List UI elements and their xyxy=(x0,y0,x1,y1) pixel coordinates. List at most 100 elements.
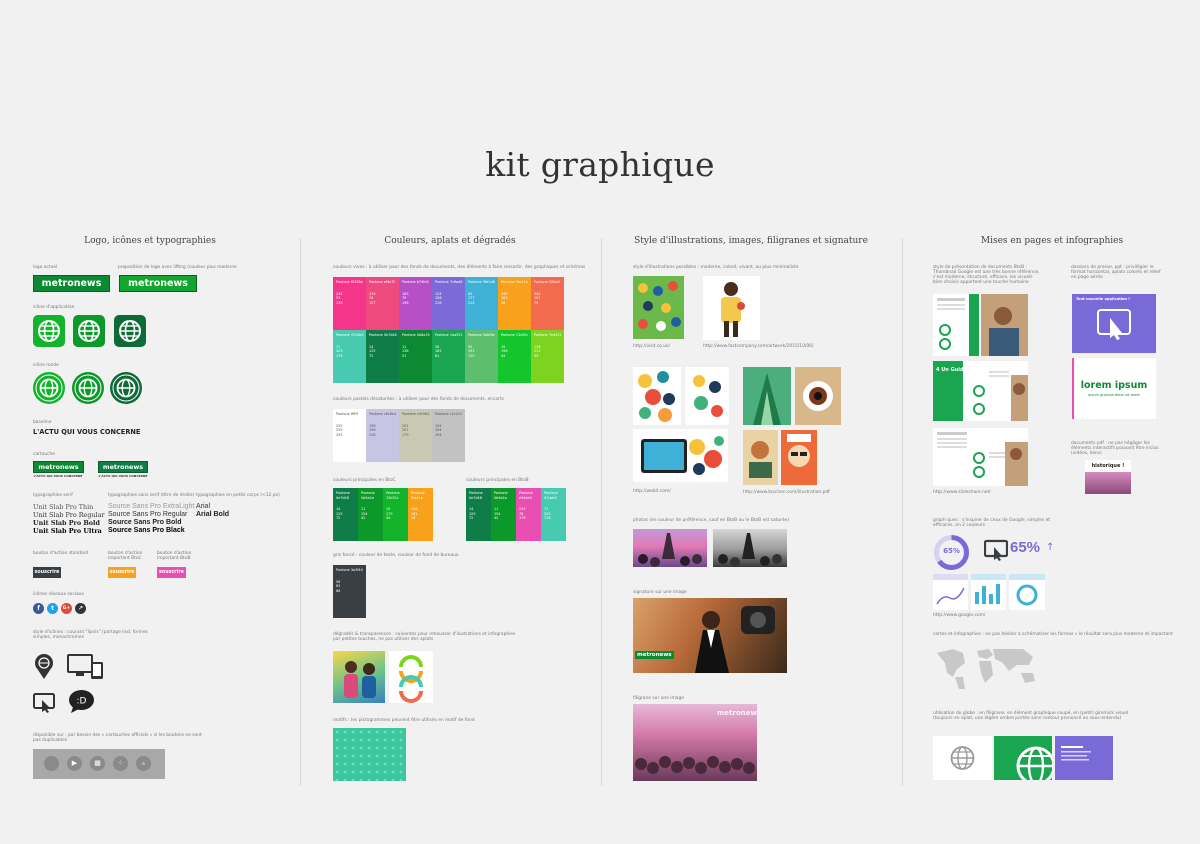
dossier-lorem-preview: lorem ipsum ipsum gravida dolor sit amet xyxy=(1072,358,1156,419)
logo-metronews-proposition: metronews xyxy=(119,275,197,292)
color-swatch: Pantone ffffff 255 255 255 xyxy=(333,409,366,462)
swatch-name: Pantone 13c62c xyxy=(501,333,529,337)
swatch-value: 72 xyxy=(469,516,474,521)
blackberry-icon[interactable]: ⁘ xyxy=(113,756,128,771)
swatch-name: Pantone 0b9a2a xyxy=(361,491,375,500)
play-store-icon[interactable]: ▶ xyxy=(67,756,82,771)
column-heading: Logo, icônes et typographies xyxy=(84,236,216,246)
historique-preview: historique ! xyxy=(1085,460,1131,494)
photos-label: photos (en couleur de préférence, sauf e… xyxy=(633,518,789,523)
color-swatch: Pantone e94eb3 233 78 179 xyxy=(516,488,541,541)
big-percent: 65% xyxy=(1010,539,1041,556)
swatch-name: Pantone b74fc6 xyxy=(402,280,429,284)
typo-petit-label: typographies en petits corps (<12 px) xyxy=(196,493,280,498)
facebook-icon[interactable]: f xyxy=(33,603,44,614)
color-swatch: Pantone 0b9a2a 11 154 42 xyxy=(491,488,516,541)
color-swatch: Pantone 0e7d48 14 125 72 xyxy=(333,488,358,541)
pattern-motif xyxy=(333,728,406,781)
swatch-value: 42 xyxy=(494,516,499,521)
gris-label: gris foncé : couleur de texte, couleur d… xyxy=(333,553,459,558)
google-plus-icon[interactable]: G+ xyxy=(61,603,72,614)
cartouche-label: cartouche xyxy=(33,452,55,457)
souscrire-button[interactable]: souscrire xyxy=(157,567,186,578)
donut-value: 65% xyxy=(943,547,960,555)
swatch-value: 42 xyxy=(361,516,366,521)
illustration-poster xyxy=(743,430,778,485)
credit: http://visit.co.uk/ xyxy=(633,344,671,349)
baseline-text: L'ACTU QUI VOUS CONCERNE xyxy=(33,428,141,436)
color-swatch: Pantone 0b9a2a 11 154 42 xyxy=(358,488,383,541)
cartes-label: cartes et infographies : ne pas hésiter … xyxy=(933,632,1173,637)
swatch-value: 44 xyxy=(386,516,391,521)
globe-round-icon xyxy=(33,372,65,404)
color-swatch: Pantone 7c6ad8 124 106 216 xyxy=(432,277,465,330)
column-heading: Mises en pages et infographies xyxy=(980,236,1124,246)
credit: http://www.fastcompany.com/artwork/2015/… xyxy=(703,344,814,349)
globe-green-card xyxy=(994,736,1052,780)
photo-festival-bw xyxy=(713,529,787,567)
svg-text::D: :D xyxy=(77,697,87,707)
font-sample: Source Sans Pro Black xyxy=(108,527,185,534)
donut-chart: 65% xyxy=(933,534,970,571)
globe-icon xyxy=(73,315,105,347)
column-divider xyxy=(902,238,903,786)
souscrire-button[interactable]: souscrire xyxy=(108,567,136,578)
swatch-name: Pantone f9a11a xyxy=(501,280,528,284)
illustration-crowd xyxy=(633,276,684,339)
souscrire-button[interactable]: souscrire xyxy=(33,567,61,578)
icone-ronde-label: icône ronde xyxy=(33,363,59,368)
swatch-value: 179 xyxy=(402,432,409,437)
swatch-value: 194 xyxy=(435,432,442,437)
chat-smiley-icon: :D xyxy=(68,689,95,714)
font-sample: Arial xyxy=(196,503,211,510)
logo-actuel-label: logo actuel xyxy=(33,265,58,270)
color-swatch: Pantone c9c9b3 201 201 179 xyxy=(399,409,432,462)
historique-title: historique ! xyxy=(1091,463,1125,469)
color-swatch: Pantone f9a11a 249 161 26 xyxy=(408,488,433,541)
doc-credit: http://www.slideshare.net/ xyxy=(933,490,991,495)
swatch-value: 51 xyxy=(402,353,407,358)
motifs-label: motifs : les pictogrammes peuvent être u… xyxy=(333,718,475,723)
color-swatch: Pantone 1aa551 26 165 81 xyxy=(432,330,465,383)
style-pres-label: style de présentation de documents BtoB … xyxy=(933,265,1040,285)
logo-metronews-actuel: metronews xyxy=(33,275,110,292)
windows-icon[interactable]: ▦ xyxy=(90,756,105,771)
amazon-icon[interactable]: a xyxy=(136,756,151,771)
logo-proposition-label: proposition de logo avec lifting (couleu… xyxy=(118,265,237,270)
signature-logo: metronews xyxy=(635,651,674,659)
twitter-icon[interactable]: t xyxy=(47,603,58,614)
apple-icon[interactable] xyxy=(44,756,59,771)
swatch-value: 176 xyxy=(544,516,551,521)
illustration-poster-face xyxy=(781,430,817,485)
color-swatch: Pantone f26b4f 242 107 79 xyxy=(531,277,564,330)
touch-tablet-icon xyxy=(983,538,1009,562)
swatch-value: 255 xyxy=(336,432,343,437)
color-swatch: Pantone b74fc6 183 79 198 xyxy=(399,277,432,330)
typo-sans-label: typographies sans serif (titre de droite… xyxy=(108,493,195,498)
swatch-value: 72 xyxy=(369,353,374,358)
color-swatch: Pantone c2c2c2 194 194 194 xyxy=(432,409,465,462)
btn-label: bouton d'action standard xyxy=(33,551,89,556)
globe-icon xyxy=(114,315,146,347)
photo-festival-color xyxy=(633,529,707,567)
swatch-name: Pantone ef4a7f xyxy=(369,280,395,284)
btoc-label: couleurs principales en BtoC xyxy=(333,478,396,483)
doc-pdf-label: documents pdf : ne pas négliger les élém… xyxy=(1071,441,1159,456)
swatch-name: Pantone 0e7d48 xyxy=(336,491,350,500)
globe-icon xyxy=(33,315,65,347)
historique-photo xyxy=(1085,472,1131,494)
swatch-value: 72 xyxy=(336,516,341,521)
swatch-name: Pantone c2c2c2 xyxy=(435,412,462,416)
btob-label: couleurs principales en BtoB xyxy=(466,478,529,483)
swatch-value: 26 xyxy=(501,300,506,305)
cartouche-logo: metronews xyxy=(98,461,148,473)
share-icon[interactable]: ↗ xyxy=(75,603,86,614)
swatch-name: Pantone f9a11a xyxy=(411,491,425,500)
illustration-figures xyxy=(685,367,729,425)
column-divider xyxy=(300,238,301,786)
illustration-people xyxy=(333,651,385,703)
color-swatch: Pantone 3a3f44 58 63 68 xyxy=(333,565,366,618)
degrades-label: dégradés & transparences : suivantes pou… xyxy=(333,632,516,642)
btn-label: bouton d'action important BtoB xyxy=(157,551,192,561)
disponible-label: disponible sur : par besoin des « cartou… xyxy=(33,733,202,743)
